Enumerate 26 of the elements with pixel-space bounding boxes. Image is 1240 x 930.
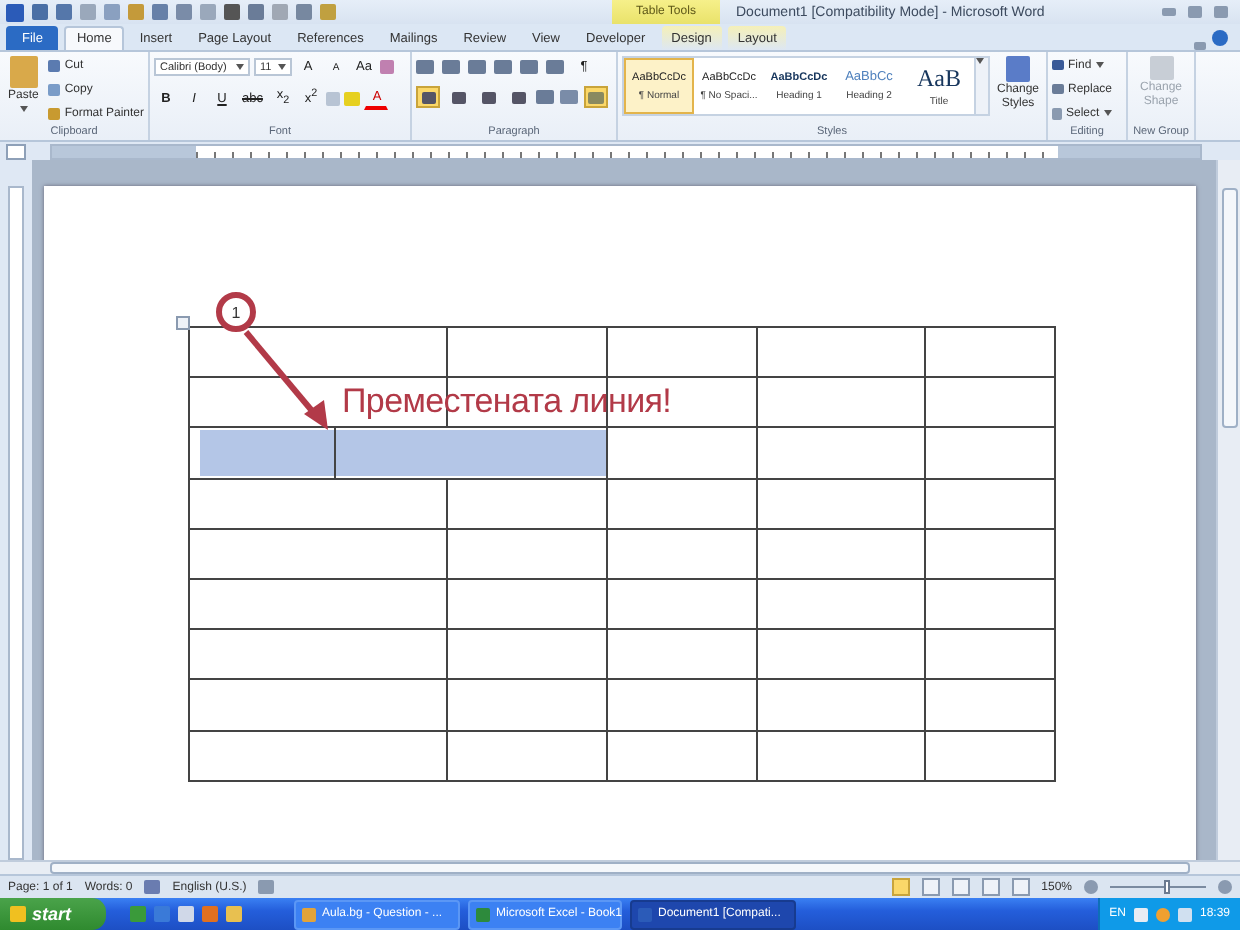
view-button[interactable] <box>951 878 970 896</box>
cell-selection[interactable] <box>336 430 606 476</box>
tab-selector[interactable] <box>6 143 26 159</box>
view-button[interactable] <box>981 878 1000 896</box>
caret-icon <box>278 64 286 70</box>
align-left-button[interactable] <box>416 86 440 108</box>
caret-icon <box>236 64 244 70</box>
horizontal-scrollbar[interactable] <box>0 860 1240 874</box>
borders-button[interactable] <box>584 86 608 108</box>
view-button[interactable] <box>921 878 940 896</box>
caret-icon <box>1095 62 1104 68</box>
view-button[interactable] <box>891 878 910 896</box>
align-right-button[interactable] <box>476 86 500 108</box>
justify-button[interactable] <box>506 86 530 108</box>
align-center-button[interactable] <box>446 86 470 108</box>
caret-icon <box>1103 110 1112 116</box>
vertical-scrollbar[interactable] <box>1216 160 1240 860</box>
caret-icon <box>976 58 984 64</box>
table-move-handle[interactable] <box>176 316 190 330</box>
zoom-slider-thumb[interactable] <box>1163 880 1170 894</box>
start-button[interactable]: start <box>0 898 106 930</box>
cell-selection[interactable] <box>200 430 334 476</box>
step-number: 1 <box>216 292 256 332</box>
caret-icon <box>19 106 28 112</box>
view-button[interactable] <box>1011 878 1030 896</box>
style-preview: AaB <box>917 65 961 89</box>
